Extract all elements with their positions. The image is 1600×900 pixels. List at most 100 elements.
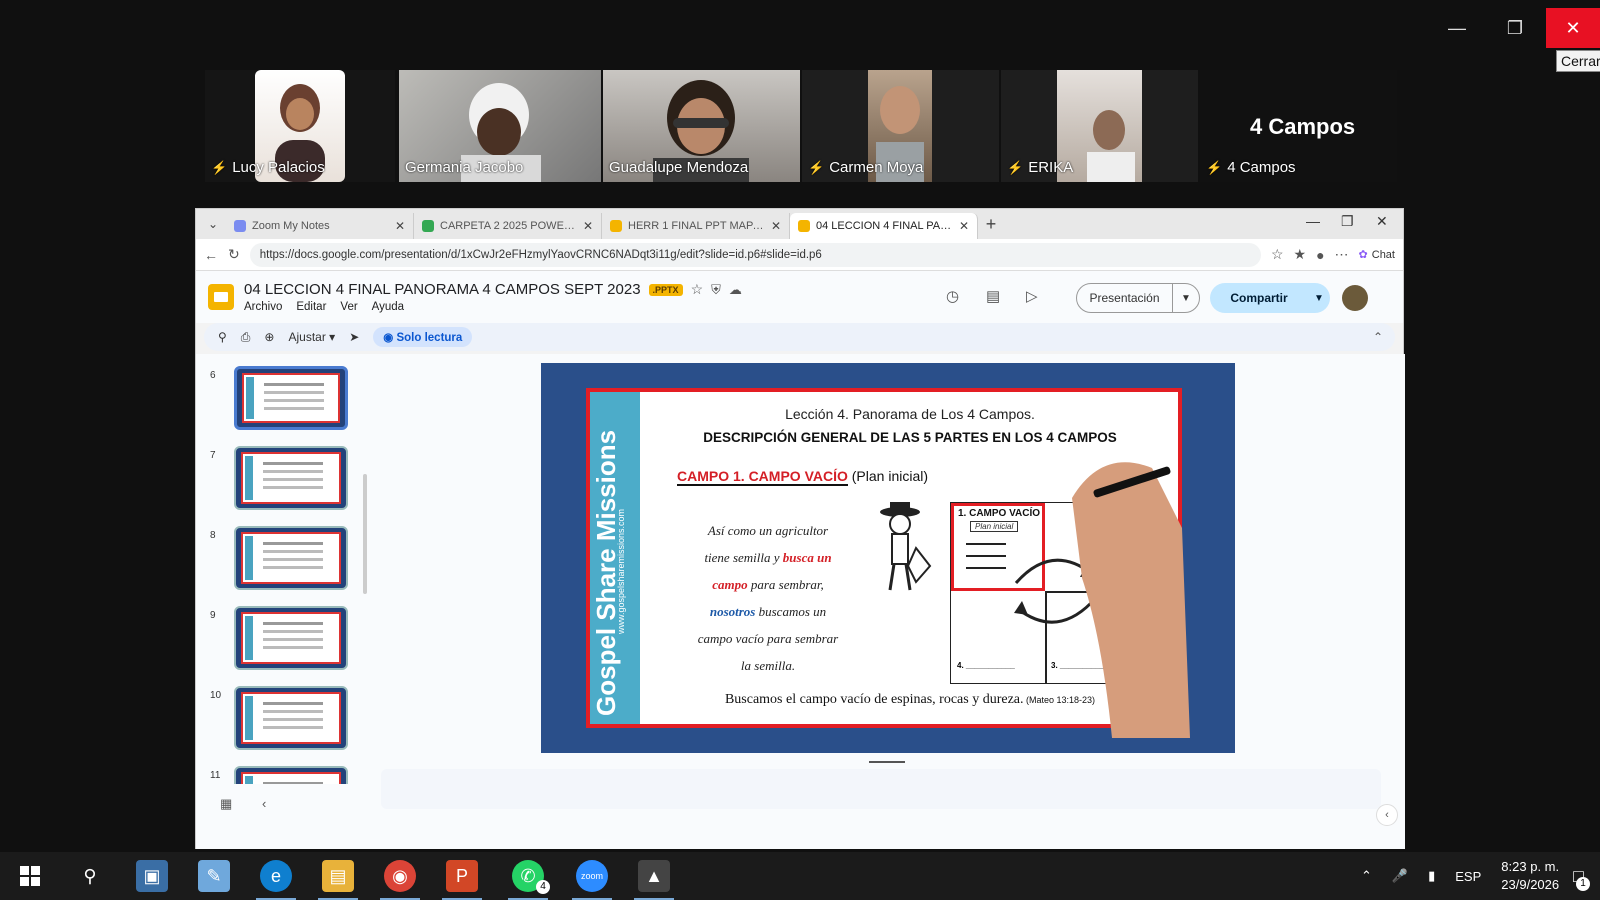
slide-thumbnail-row[interactable]: 10 [196, 686, 371, 756]
slide-thumbnail[interactable] [234, 526, 348, 590]
slide-thumbnail[interactable] [234, 766, 348, 784]
slide-thumbnail-row[interactable]: 11 [196, 766, 371, 784]
participant-tile-0[interactable]: ⚡ Lucy Palacios [205, 70, 395, 182]
slides-logo-icon[interactable] [208, 284, 234, 310]
speaker-notes-area[interactable] [381, 769, 1381, 809]
restore-button[interactable]: ❐ [1488, 8, 1542, 48]
slide-thumbnail-preview [241, 692, 341, 744]
filmstrip-scrollbar[interactable] [363, 474, 367, 594]
tab-close-icon[interactable]: ✕ [771, 219, 781, 233]
browser-minimize-icon[interactable]: — [1306, 213, 1320, 229]
close-button[interactable]: ✕ [1546, 8, 1600, 48]
reload-icon[interactable]: ↻ [228, 246, 240, 263]
print-icon[interactable]: ⎙ [241, 330, 251, 345]
toolbar: ⚲ ⎙ ⊕ Ajustar ▾ ➤ ◉ Solo lectura ⌃ [204, 323, 1395, 351]
slide-thumbnail-row[interactable]: 9 [196, 606, 371, 676]
url-field[interactable]: https://docs.google.com/presentation/d/1… [249, 242, 1261, 267]
slide-thumbnail[interactable] [234, 606, 348, 670]
slide-thumbnail-row[interactable]: 7 [196, 446, 371, 516]
tab-search-dropdown[interactable]: ⌄ [200, 217, 226, 231]
notifications-icon[interactable]: □ 1 [1573, 866, 1590, 891]
tab-leccion4[interactable]: 04 LECCION 4 FINAL PANORAMA✕ [790, 213, 978, 239]
meet-icon[interactable]: ▷ [1026, 287, 1038, 305]
menu-ayuda[interactable]: Ayuda [372, 301, 404, 313]
browser-restore-icon[interactable]: ❐ [1341, 213, 1354, 230]
participant-tile-2[interactable]: Guadalupe Mendoza [603, 70, 800, 182]
speaker-notes-handle[interactable] [869, 761, 905, 763]
grid-view-icon[interactable]: ▦ [220, 796, 232, 812]
workspace: 6 7 8 9 10 11 Gospel Share Missions www.gospe… [196, 354, 1405, 849]
close-tooltip: Cerrar [1556, 50, 1600, 72]
browser-close-icon[interactable]: ✕ [1376, 213, 1388, 230]
participant-name: ⚡ Carmen Moya [808, 159, 924, 176]
zoom-dropdown[interactable]: Ajustar ▾ [288, 330, 335, 344]
history-icon[interactable]: ◷ [946, 287, 959, 305]
minimize-button[interactable]: — [1430, 8, 1484, 48]
copilot-chat-button[interactable]: ✿ Chat [1359, 248, 1395, 262]
slide-thumbnail-row[interactable]: 6 [196, 366, 371, 436]
search-icon[interactable]: ⚲ [74, 860, 106, 892]
star-icon[interactable]: ☆ [691, 281, 704, 298]
slide-thumbnail[interactable] [234, 686, 348, 750]
chevron-up-icon[interactable]: ⌃ [1373, 330, 1383, 344]
notepad-app-icon[interactable]: ✎ [198, 860, 230, 892]
battery-icon[interactable]: ▮ [1428, 868, 1435, 884]
pptx-badge: .PPTX [648, 283, 683, 296]
star-icon[interactable]: ☆ [1271, 246, 1284, 263]
slide-number: 9 [210, 610, 216, 621]
more-icon[interactable]: ⋯ [1335, 246, 1349, 263]
share-dropdown-icon[interactable]: ▼ [1308, 293, 1330, 304]
select-cursor-icon[interactable]: ➤ [349, 330, 359, 344]
brand-url: www.gospelsharemissions.com [616, 508, 626, 634]
language-indicator[interactable]: ESP [1455, 869, 1481, 884]
share-button[interactable]: Compartir ▼ [1210, 283, 1330, 313]
zoom-app-icon[interactable]: zoom [576, 860, 608, 892]
file-explorer-icon[interactable]: ▤ [322, 860, 354, 892]
slide-thumbnail[interactable] [234, 446, 348, 510]
windows-start-icon[interactable] [14, 860, 46, 892]
tab-carpeta[interactable]: CARPETA 2 2025 POWERPOINTS -✕ [414, 213, 602, 239]
chrome-browser-icon[interactable]: ◉ [384, 860, 416, 892]
present-dropdown-icon[interactable]: ▼ [1173, 293, 1199, 304]
mic-muted-icon: ⚡ [211, 159, 228, 175]
search-icon[interactable]: ⚲ [218, 330, 227, 344]
field-4-label: 4. ___________ [957, 661, 1015, 670]
present-button[interactable]: Presentación ▼ [1076, 283, 1200, 313]
slide-thumbnail-preview [242, 373, 340, 423]
profile-icon[interactable]: ● [1316, 247, 1324, 263]
back-icon[interactable]: ← [204, 247, 218, 263]
zoom-icon[interactable]: ⊕ [264, 330, 274, 344]
slide-number: 6 [210, 370, 216, 381]
tab-close-icon[interactable]: ✕ [395, 219, 405, 233]
chevron-up-icon[interactable]: ⌃ [1361, 868, 1372, 884]
photos-app-icon[interactable]: ▲ [638, 860, 670, 892]
clock[interactable]: 8:23 p. m. 23/9/2026 [1501, 858, 1559, 894]
move-icon[interactable]: ⛨ [711, 282, 721, 298]
tab-close-icon[interactable]: ✕ [959, 219, 969, 233]
laptop-app-icon[interactable]: ▣ [136, 860, 168, 892]
comments-icon[interactable]: ▤ [986, 287, 1000, 305]
slide-card: Gospel Share Missions www.gospelsharemis… [586, 388, 1190, 738]
new-tab-button[interactable]: + [978, 214, 1004, 235]
tab-herr1[interactable]: HERR 1 FINAL PPT MAPA RELACIO✕ [602, 213, 790, 239]
microphone-icon[interactable]: 🎤 [1392, 868, 1408, 884]
powerpoint-app-icon[interactable]: P [446, 860, 478, 892]
tab-zoom-notes[interactable]: Zoom My Notes ✕ [226, 213, 414, 239]
slide-thumbnail[interactable] [234, 366, 348, 430]
chevron-left-icon[interactable]: ‹ [262, 796, 266, 811]
menu-archivo[interactable]: Archivo [244, 301, 282, 313]
participant-tile-1[interactable]: Germania Jacobo [399, 70, 601, 182]
edge-browser-icon[interactable]: e [260, 860, 292, 892]
readonly-chip[interactable]: ◉ Solo lectura [373, 327, 473, 347]
user-avatar[interactable] [1342, 285, 1368, 311]
participant-tile-4[interactable]: ⚡ ERIKA [1001, 70, 1198, 182]
cloud-icon[interactable]: ☁ [729, 282, 742, 298]
tab-close-icon[interactable]: ✕ [583, 219, 593, 233]
screen: — ❐ ✕ Cerrar ⚡ Lucy Palacios Germania Jac… [0, 0, 1600, 900]
side-panel-toggle-icon[interactable]: ‹ [1376, 804, 1398, 826]
menu-editar[interactable]: Editar [296, 301, 326, 313]
favorites-icon[interactable]: ★ [1294, 246, 1307, 263]
slide-thumbnail-row[interactable]: 8 [196, 526, 371, 596]
menu-ver[interactable]: Ver [340, 301, 357, 313]
participant-tile-3[interactable]: ⚡ Carmen Moya [802, 70, 999, 182]
